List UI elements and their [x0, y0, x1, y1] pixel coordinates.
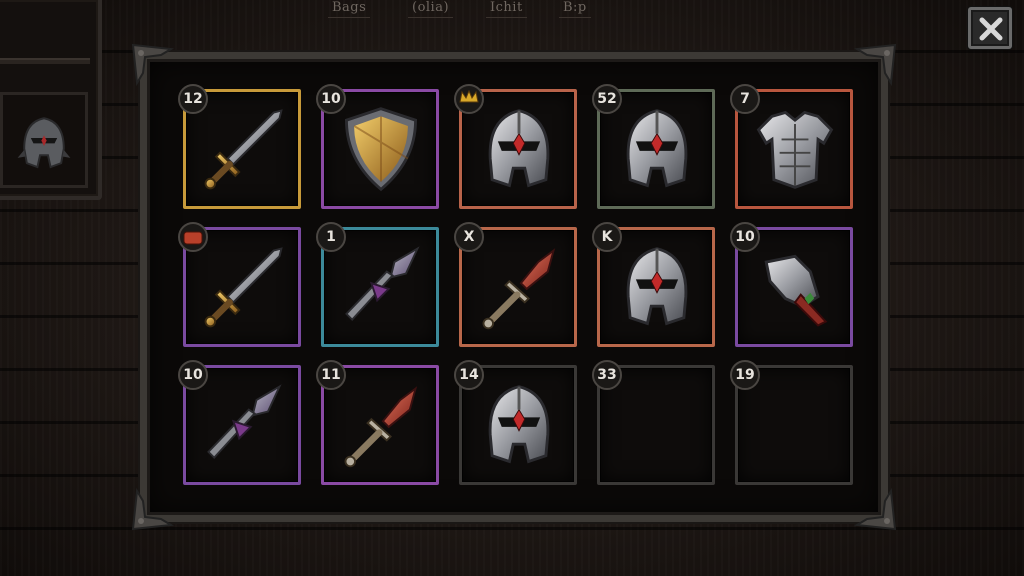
tab-4[interactable]: B:p — [559, 0, 591, 18]
inventory-slot[interactable]: 10 — [730, 222, 853, 347]
inventory-slot[interactable] — [178, 222, 301, 347]
tab-bags[interactable]: Bags — [327, 0, 371, 18]
helmet-icon — [626, 109, 688, 188]
scroll-icon — [183, 231, 203, 245]
inventory-slot[interactable]: 11 — [316, 360, 439, 485]
corner-ornament — [853, 487, 897, 531]
tab-3[interactable]: Ichit — [486, 0, 527, 18]
item-count-badge: K — [592, 222, 622, 252]
spear-icon — [207, 384, 282, 460]
dagger-icon — [482, 248, 556, 330]
side-divider — [0, 58, 90, 64]
shield-icon — [344, 107, 418, 192]
spear-icon — [345, 246, 420, 322]
item-count-badge: 1 — [316, 222, 346, 252]
sword-icon — [204, 247, 283, 328]
inventory-slot[interactable] — [454, 84, 577, 209]
inventory-slot[interactable]: 12 — [178, 84, 301, 209]
item-count-badge: X — [454, 222, 484, 252]
inventory-slot[interactable]: 52 — [592, 84, 715, 209]
item-count-badge — [454, 84, 484, 114]
item-count-badge: 11 — [316, 360, 346, 390]
chest-armor-icon — [756, 110, 834, 189]
inventory-slot[interactable]: 10 — [316, 84, 439, 209]
inventory-slot[interactable]: K — [592, 222, 715, 347]
item-count-badge: 14 — [454, 360, 484, 390]
side-equipment-panel — [0, 0, 102, 200]
corner-ornament — [131, 43, 175, 87]
close-icon — [979, 17, 1003, 41]
tab-2[interactable]: (olia) — [407, 0, 454, 18]
inventory-slot[interactable]: 33 — [592, 360, 715, 485]
inventory-slot[interactable]: 14 — [454, 360, 577, 485]
item-count-badge — [178, 222, 208, 252]
helmet-icon — [488, 385, 550, 464]
item-count-badge: 12 — [178, 84, 208, 114]
gauntlet-icon — [764, 254, 828, 327]
crown-icon — [459, 90, 479, 103]
inventory-slot[interactable]: X — [454, 222, 577, 347]
item-count-badge: 7 — [730, 84, 760, 114]
helmet-icon — [17, 117, 71, 169]
item-count-badge: 10 — [316, 84, 346, 114]
dagger-icon — [344, 386, 418, 468]
close-button[interactable] — [968, 7, 1012, 49]
item-count-badge: 33 — [592, 360, 622, 390]
item-count-badge: 10 — [730, 222, 760, 252]
item-count-badge: 10 — [178, 360, 208, 390]
sword-icon — [204, 109, 283, 190]
inventory-slot[interactable]: 10 — [178, 360, 301, 485]
helmet-icon — [626, 247, 688, 326]
inventory-slot[interactable]: 7 — [730, 84, 853, 209]
item-count-badge: 52 — [592, 84, 622, 114]
inventory-slot[interactable]: 19 — [730, 360, 853, 485]
item-count-badge: 19 — [730, 360, 760, 390]
top-tab-bar: Bags (olia) Ichit B:p — [300, 0, 630, 20]
inventory-panel: 12 10 52 7 1 X K 10 10 11 14 33 19 — [131, 43, 897, 531]
corner-ornament — [853, 43, 897, 87]
corner-ornament — [131, 487, 175, 531]
side-equip-slot[interactable] — [0, 92, 88, 188]
helmet-icon — [488, 109, 550, 188]
inventory-slot[interactable]: 1 — [316, 222, 439, 347]
